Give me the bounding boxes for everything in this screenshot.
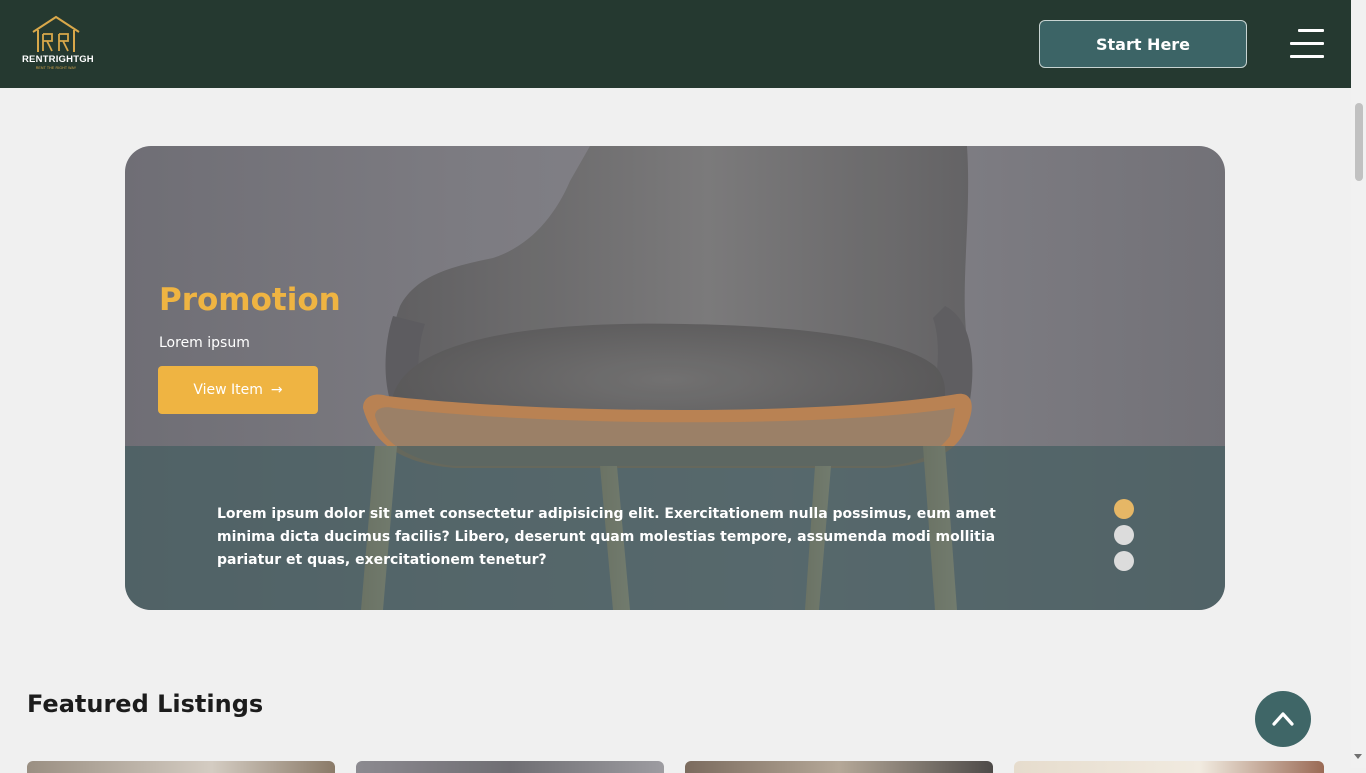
menu-line: [1290, 55, 1324, 58]
carousel-dot-2[interactable]: [1114, 525, 1134, 545]
listing-card[interactable]: [27, 761, 335, 773]
listing-card[interactable]: [685, 761, 993, 773]
house-logo-icon: [32, 15, 80, 52]
site-logo[interactable]: RENTRIGHTGH RENT THE RIGHT WAY: [22, 14, 94, 74]
arrow-right-icon: →: [270, 382, 283, 398]
featured-listings-heading: Featured Listings: [27, 690, 264, 718]
hamburger-icon[interactable]: [1290, 29, 1324, 59]
carousel-dot-3[interactable]: [1114, 551, 1134, 571]
logo-tagline: RENT THE RIGHT WAY: [35, 66, 77, 70]
scroll-down-arrow-icon[interactable]: [1354, 754, 1362, 759]
scroll-to-top-button[interactable]: [1255, 691, 1311, 747]
menu-line: [1290, 42, 1324, 45]
chevron-up-icon: [1272, 712, 1294, 726]
promotion-title: Promotion: [159, 282, 341, 318]
view-item-label: View Item: [193, 382, 263, 398]
promotion-description: Lorem ipsum dolor sit amet consectetur a…: [217, 506, 996, 568]
logo-text: RENTRIGHTGH: [22, 54, 94, 65]
start-here-button[interactable]: Start Here: [1039, 20, 1247, 68]
promotion-subtitle: Lorem ipsum: [159, 335, 250, 351]
view-item-button[interactable]: View Item →: [158, 366, 318, 414]
scrollbar-thumb[interactable]: [1355, 103, 1363, 181]
menu-line: [1298, 29, 1324, 32]
page-scrollbar[interactable]: [1351, 0, 1366, 768]
promotion-carousel: Promotion Lorem ipsum View Item → Lorem …: [125, 146, 1225, 610]
listing-card[interactable]: [356, 761, 664, 773]
listing-card[interactable]: [1014, 761, 1324, 773]
top-navbar: RENTRIGHTGH RENT THE RIGHT WAY Start Her…: [0, 0, 1351, 88]
carousel-dot-1[interactable]: [1114, 499, 1134, 519]
